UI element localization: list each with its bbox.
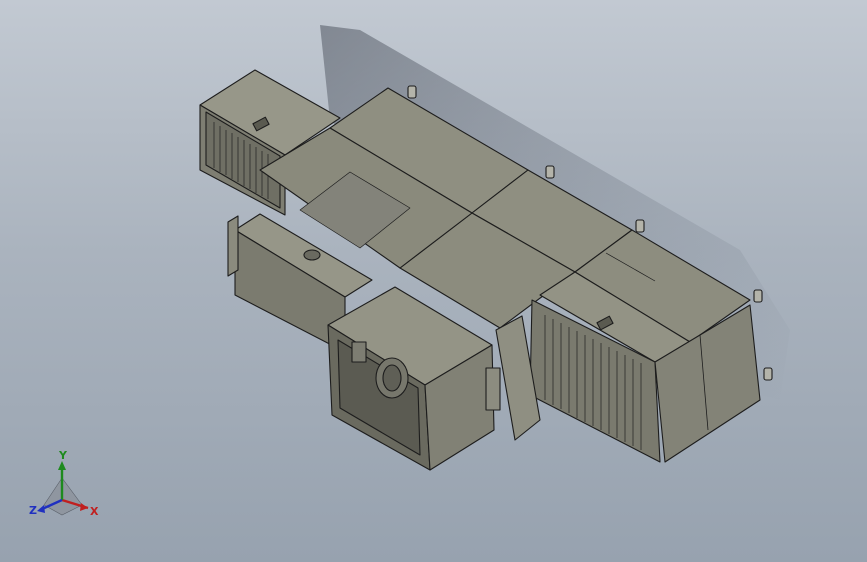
cad-viewport[interactable]: X Y Z <box>0 0 867 562</box>
y-axis-label: Y <box>59 449 67 462</box>
orientation-triad <box>37 461 89 516</box>
x-axis-label: X <box>90 505 99 518</box>
z-axis-label: Z <box>29 504 37 517</box>
